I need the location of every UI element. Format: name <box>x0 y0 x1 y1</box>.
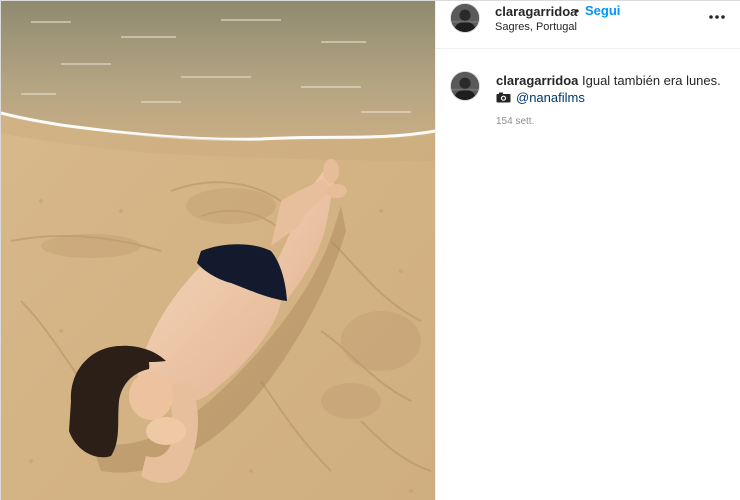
caption-avatar[interactable] <box>450 71 480 101</box>
more-options-button[interactable] <box>707 9 727 25</box>
post-header: claragarridoa • Segui Sagres, Portugal <box>436 1 740 49</box>
caption-mention-link[interactable]: @nanafilms <box>516 90 585 105</box>
post-side-panel: claragarridoa • Segui Sagres, Portugal c… <box>435 1 740 500</box>
separator-dot: • <box>575 4 580 18</box>
caption-timestamp[interactable]: 154 sett. <box>496 116 534 127</box>
beach-photo <box>1 1 435 500</box>
post-photo[interactable] <box>1 1 435 500</box>
caption-text-block: claragarridoa Igual también era lunes. @… <box>496 72 732 106</box>
post-location[interactable]: Sagres, Portugal <box>495 21 577 33</box>
post-author-username[interactable]: claragarridoa <box>495 4 577 19</box>
caption-text: Igual también era lunes. <box>582 73 721 88</box>
instagram-post: claragarridoa • Segui Sagres, Portugal c… <box>0 0 740 500</box>
more-horizontal-icon <box>709 15 725 19</box>
avatar-image <box>451 4 479 32</box>
avatar-image <box>451 72 479 100</box>
follow-button[interactable]: Segui <box>585 3 620 18</box>
caption-username[interactable]: claragarridoa <box>496 73 578 88</box>
avatar[interactable] <box>450 3 480 33</box>
camera-icon <box>496 92 511 103</box>
